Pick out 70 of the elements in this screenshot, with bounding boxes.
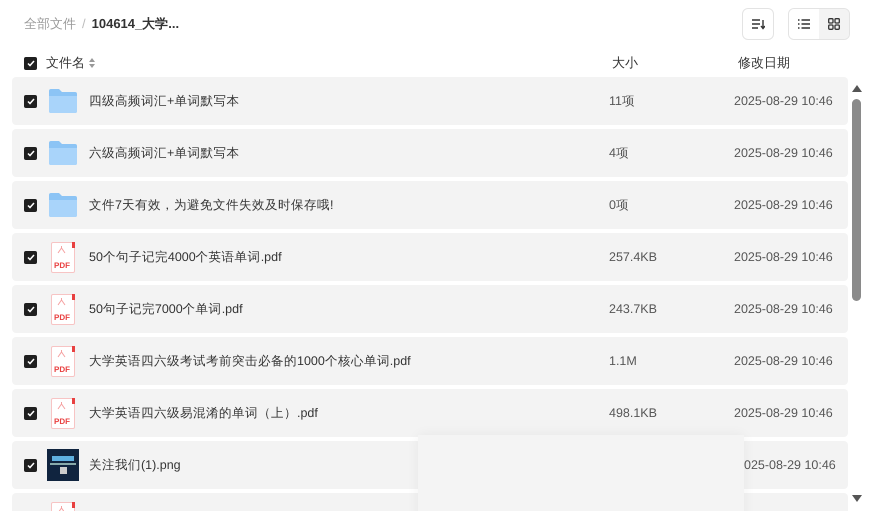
file-name: 文件7天有效，为避免文件失效及时保存哦!: [89, 196, 334, 214]
checkbox[interactable]: [24, 302, 37, 316]
check-icon: [26, 150, 34, 156]
check-icon: [26, 358, 34, 364]
pdf-file-icon: PDF: [51, 398, 75, 428]
file-name: 六级高频词汇+单词默写本: [89, 144, 240, 162]
check-icon: [26, 306, 34, 312]
checkbox[interactable]: [24, 250, 37, 264]
file-row[interactable]: PDF 大学英语四六级易混淆的单词（上）.pdf 498.1KB 2025-08-29 10:46: [12, 389, 848, 437]
scroll-down-icon: [852, 495, 862, 502]
file-size: 257.4KB: [609, 248, 657, 266]
modified-date: 2025-08-29 10:46: [734, 144, 833, 162]
file-size: 1.1M: [609, 352, 637, 370]
check-icon: [26, 60, 34, 67]
modified-date: 2025-08-29 10:46: [734, 92, 833, 110]
file-name: 关注我们(1).png: [89, 456, 182, 474]
modified-date: 2025-08-29 10:46: [734, 248, 833, 266]
check-icon: [26, 462, 34, 468]
file-row[interactable]: 四级高频词汇+单词默写本 11项 2025-08-29 10:46: [12, 77, 848, 125]
file-row[interactable]: PDF 大学英语四六级考试考前突击必备的1000个核心单词.pdf 1.1M 2025-08-29 10:46: [12, 337, 848, 385]
modified-date: 2025-08-29 10:46: [734, 404, 833, 422]
sort-toggle-icon: [89, 58, 95, 68]
file-size: 0项: [609, 196, 629, 214]
list-view-button[interactable]: [789, 9, 819, 39]
file-row[interactable]: 文件7天有效，为避免文件失效及时保存哦! 0项 2025-08-29 10:46: [12, 181, 848, 229]
checkbox[interactable]: [24, 56, 37, 70]
file-row[interactable]: 六级高频词汇+单词默写本 4项 2025-08-29 10:46: [12, 129, 848, 177]
check-icon: [26, 410, 34, 416]
modified-date: 025-08-29 10:46: [744, 456, 836, 474]
checkbox[interactable]: [24, 406, 37, 420]
modified-date: 2025-08-29 10:46: [734, 196, 833, 214]
list-icon: [798, 19, 810, 29]
folder-icon: [48, 192, 78, 218]
file-name: 四级高频词汇+单词默写本: [89, 92, 240, 110]
modified-date: 2025-08-29 10:46: [734, 352, 833, 370]
file-name: 大学英语四六级考试考前突击必备的1000个核心单词.pdf: [89, 352, 412, 370]
checkbox[interactable]: [24, 458, 37, 472]
size-column-header: 大小: [612, 54, 638, 72]
pdf-file-icon: PDF: [51, 294, 75, 324]
check-icon: [26, 254, 34, 260]
file-size: 498.1KB: [609, 404, 657, 422]
scrollbar-thumb[interactable]: [852, 99, 861, 301]
file-row[interactable]: PDF 50个句子记完4000个英语单词.pdf 257.4KB 2025-08-29 10:46: [12, 233, 848, 281]
pdf-file-icon: PDF: [51, 242, 75, 272]
checkbox[interactable]: [24, 94, 37, 108]
check-icon: [26, 202, 34, 208]
checkbox[interactable]: [24, 146, 37, 160]
file-size: 11项: [609, 92, 635, 110]
name-column-header[interactable]: 文件名: [46, 52, 85, 72]
check-icon: [26, 98, 34, 104]
scroll-up-icon: [852, 85, 862, 92]
file-size: 243.7KB: [609, 300, 657, 318]
image-thumbnail: [47, 449, 79, 481]
date-column-header: 修改日期: [738, 54, 790, 72]
pdf-file-icon: PDF: [51, 346, 75, 376]
grid-icon: [828, 18, 840, 30]
sort-icon: [751, 18, 765, 30]
checkbox[interactable]: [24, 354, 37, 368]
breadcrumb-item: 104614_大学...: [92, 15, 180, 34]
breadcrumb-separator: /: [82, 15, 86, 34]
sort-button[interactable]: [742, 8, 774, 40]
file-name: 50句子记完7000个单词.pdf: [89, 300, 244, 318]
file-row[interactable]: PDF 50句子记完7000个单词.pdf 243.7KB 2025-08-29 10:46: [12, 285, 848, 333]
file-name: 50个句子记完4000个英语单词.pdf: [89, 248, 283, 266]
checkbox[interactable]: [24, 198, 37, 212]
file-size: 4项: [609, 144, 629, 162]
folder-icon: [48, 88, 78, 114]
modified-date: 2025-08-29 10:46: [734, 300, 833, 318]
file-name: 大学英语四六级易混淆的单词（上）.pdf: [89, 404, 319, 422]
folder-icon: [48, 140, 78, 166]
